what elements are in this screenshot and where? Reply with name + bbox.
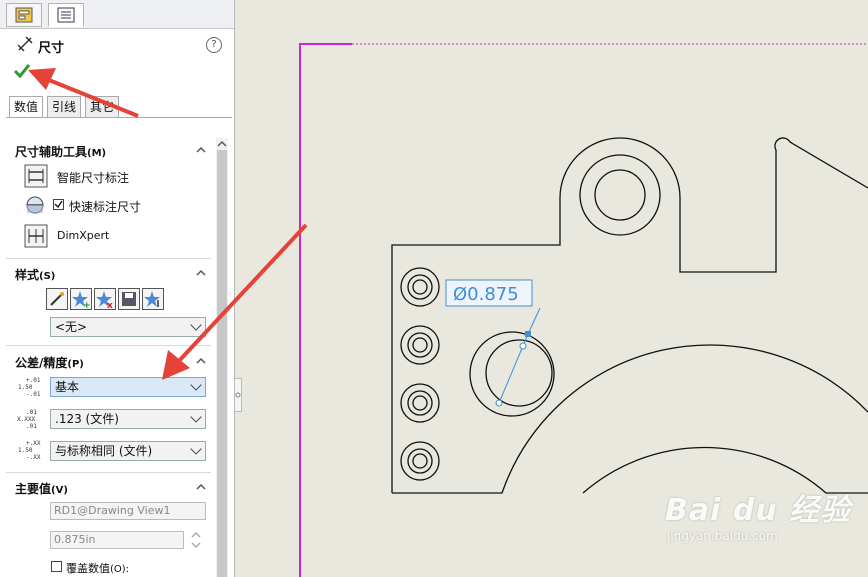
red-arrow-to-check — [28, 68, 139, 118]
watermark-url: jingyan.baidu.com — [667, 529, 778, 543]
watermark-logo: Bai du 经验 — [665, 493, 852, 528]
watermark: Bai du 经验 jingyan.baidu.com — [665, 485, 851, 543]
red-arrow-to-tolerance — [162, 223, 308, 380]
